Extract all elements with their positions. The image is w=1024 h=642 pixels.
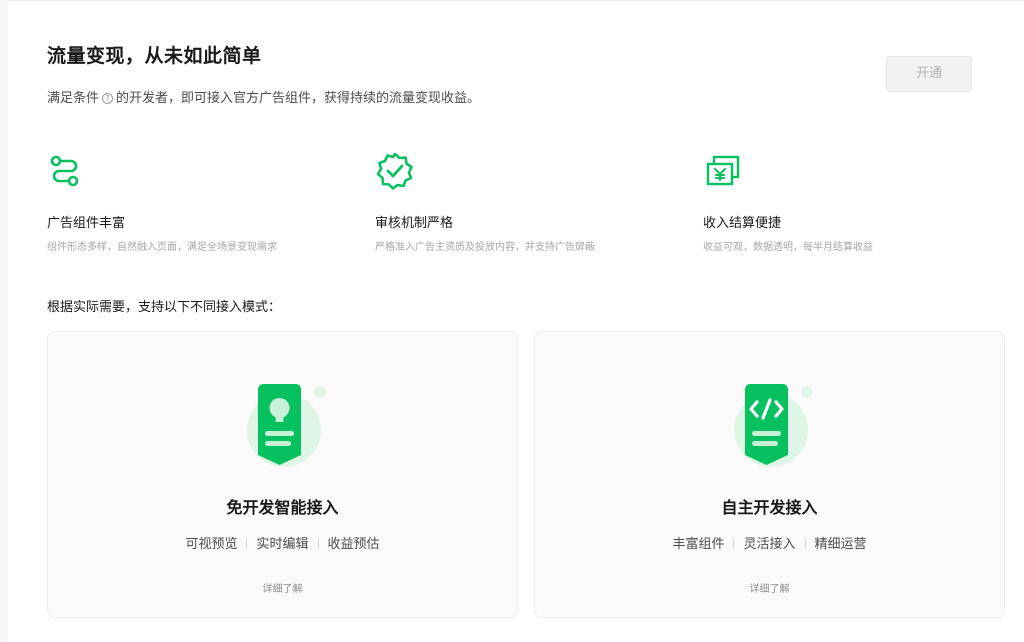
feature-desc: 收益可观，数据透明，每半月结算收益 [703, 242, 873, 253]
page-title: 流量变现，从未如此简单 [47, 45, 262, 67]
tag-divider [317, 538, 319, 549]
ad-monetization-panel: 流量变现，从未如此简单 满足条件? 的开发者，即可接入官方广告组件，获得持续的流量… [8, 0, 1024, 642]
modes-label: 根据实际需要，支持以下不同接入模式： [47, 300, 282, 315]
mode-card-smart[interactable]: 免开发智能接入 可视预览 实时编辑 收益预估 详细了解 [47, 331, 518, 618]
tag-divider [804, 538, 806, 549]
mode-tag: 收益预估 [327, 537, 380, 552]
open-button[interactable]: 开通 [886, 56, 972, 92]
code-doc-icon [734, 384, 813, 467]
feature-desc: 严格准入广告主资质及投放内容，并支持广告屏蔽 [375, 242, 595, 253]
feature-desc: 组件形态多样，自然融入页面，满足全场景变现需求 [47, 242, 277, 253]
feature-strict-review: 审核机制严格 严格准入广告主资质及投放内容，并支持广告屏蔽 [375, 151, 675, 253]
feature-name: 广告组件丰富 [47, 216, 126, 231]
mode-card-custom[interactable]: 自主开发接入 丰富组件 灵活接入 精细运营 详细了解 [534, 331, 1005, 618]
feature-name: 审核机制严格 [375, 216, 454, 231]
tag-divider [733, 538, 735, 549]
yen-cards-icon [706, 155, 740, 186]
learn-more-link[interactable]: 详细了解 [535, 580, 1004, 595]
feature-easy-settlement: 收入结算便捷 收益可观，数据透明，每半月结算收益 [703, 151, 1003, 253]
page-description: 满足条件? 的开发者，即可接入官方广告组件，获得持续的流量变现收益。 [47, 87, 480, 106]
route-icon [50, 155, 79, 187]
mode-title: 自主开发接入 [721, 498, 818, 517]
learn-more-link[interactable]: 详细了解 [48, 580, 517, 595]
mode-tag: 可视预览 [185, 537, 238, 552]
feature-rich-components: 广告组件丰富 组件形态多样，自然融入页面，满足全场景变现需求 [47, 151, 347, 253]
help-icon[interactable]: ? [102, 93, 114, 104]
mode-tags: 可视预览 实时编辑 收益预估 [48, 533, 517, 552]
verified-badge-icon [376, 152, 413, 190]
mode-tags: 丰富组件 灵活接入 精细运营 [535, 533, 1004, 552]
mode-tag: 灵活接入 [743, 537, 796, 552]
mode-tag: 精细运营 [814, 537, 867, 552]
tag-divider [246, 538, 248, 549]
mode-title: 免开发智能接入 [226, 498, 339, 517]
desc-after: 的开发者，即可接入官方广告组件，获得持续的流量变现收益。 [116, 91, 481, 106]
feature-name: 收入结算便捷 [703, 216, 782, 231]
lightbulb-doc-icon [247, 384, 326, 467]
mode-tag: 丰富组件 [672, 537, 725, 552]
desc-before: 满足条件 [47, 91, 100, 106]
mode-tag: 实时编辑 [256, 537, 309, 552]
